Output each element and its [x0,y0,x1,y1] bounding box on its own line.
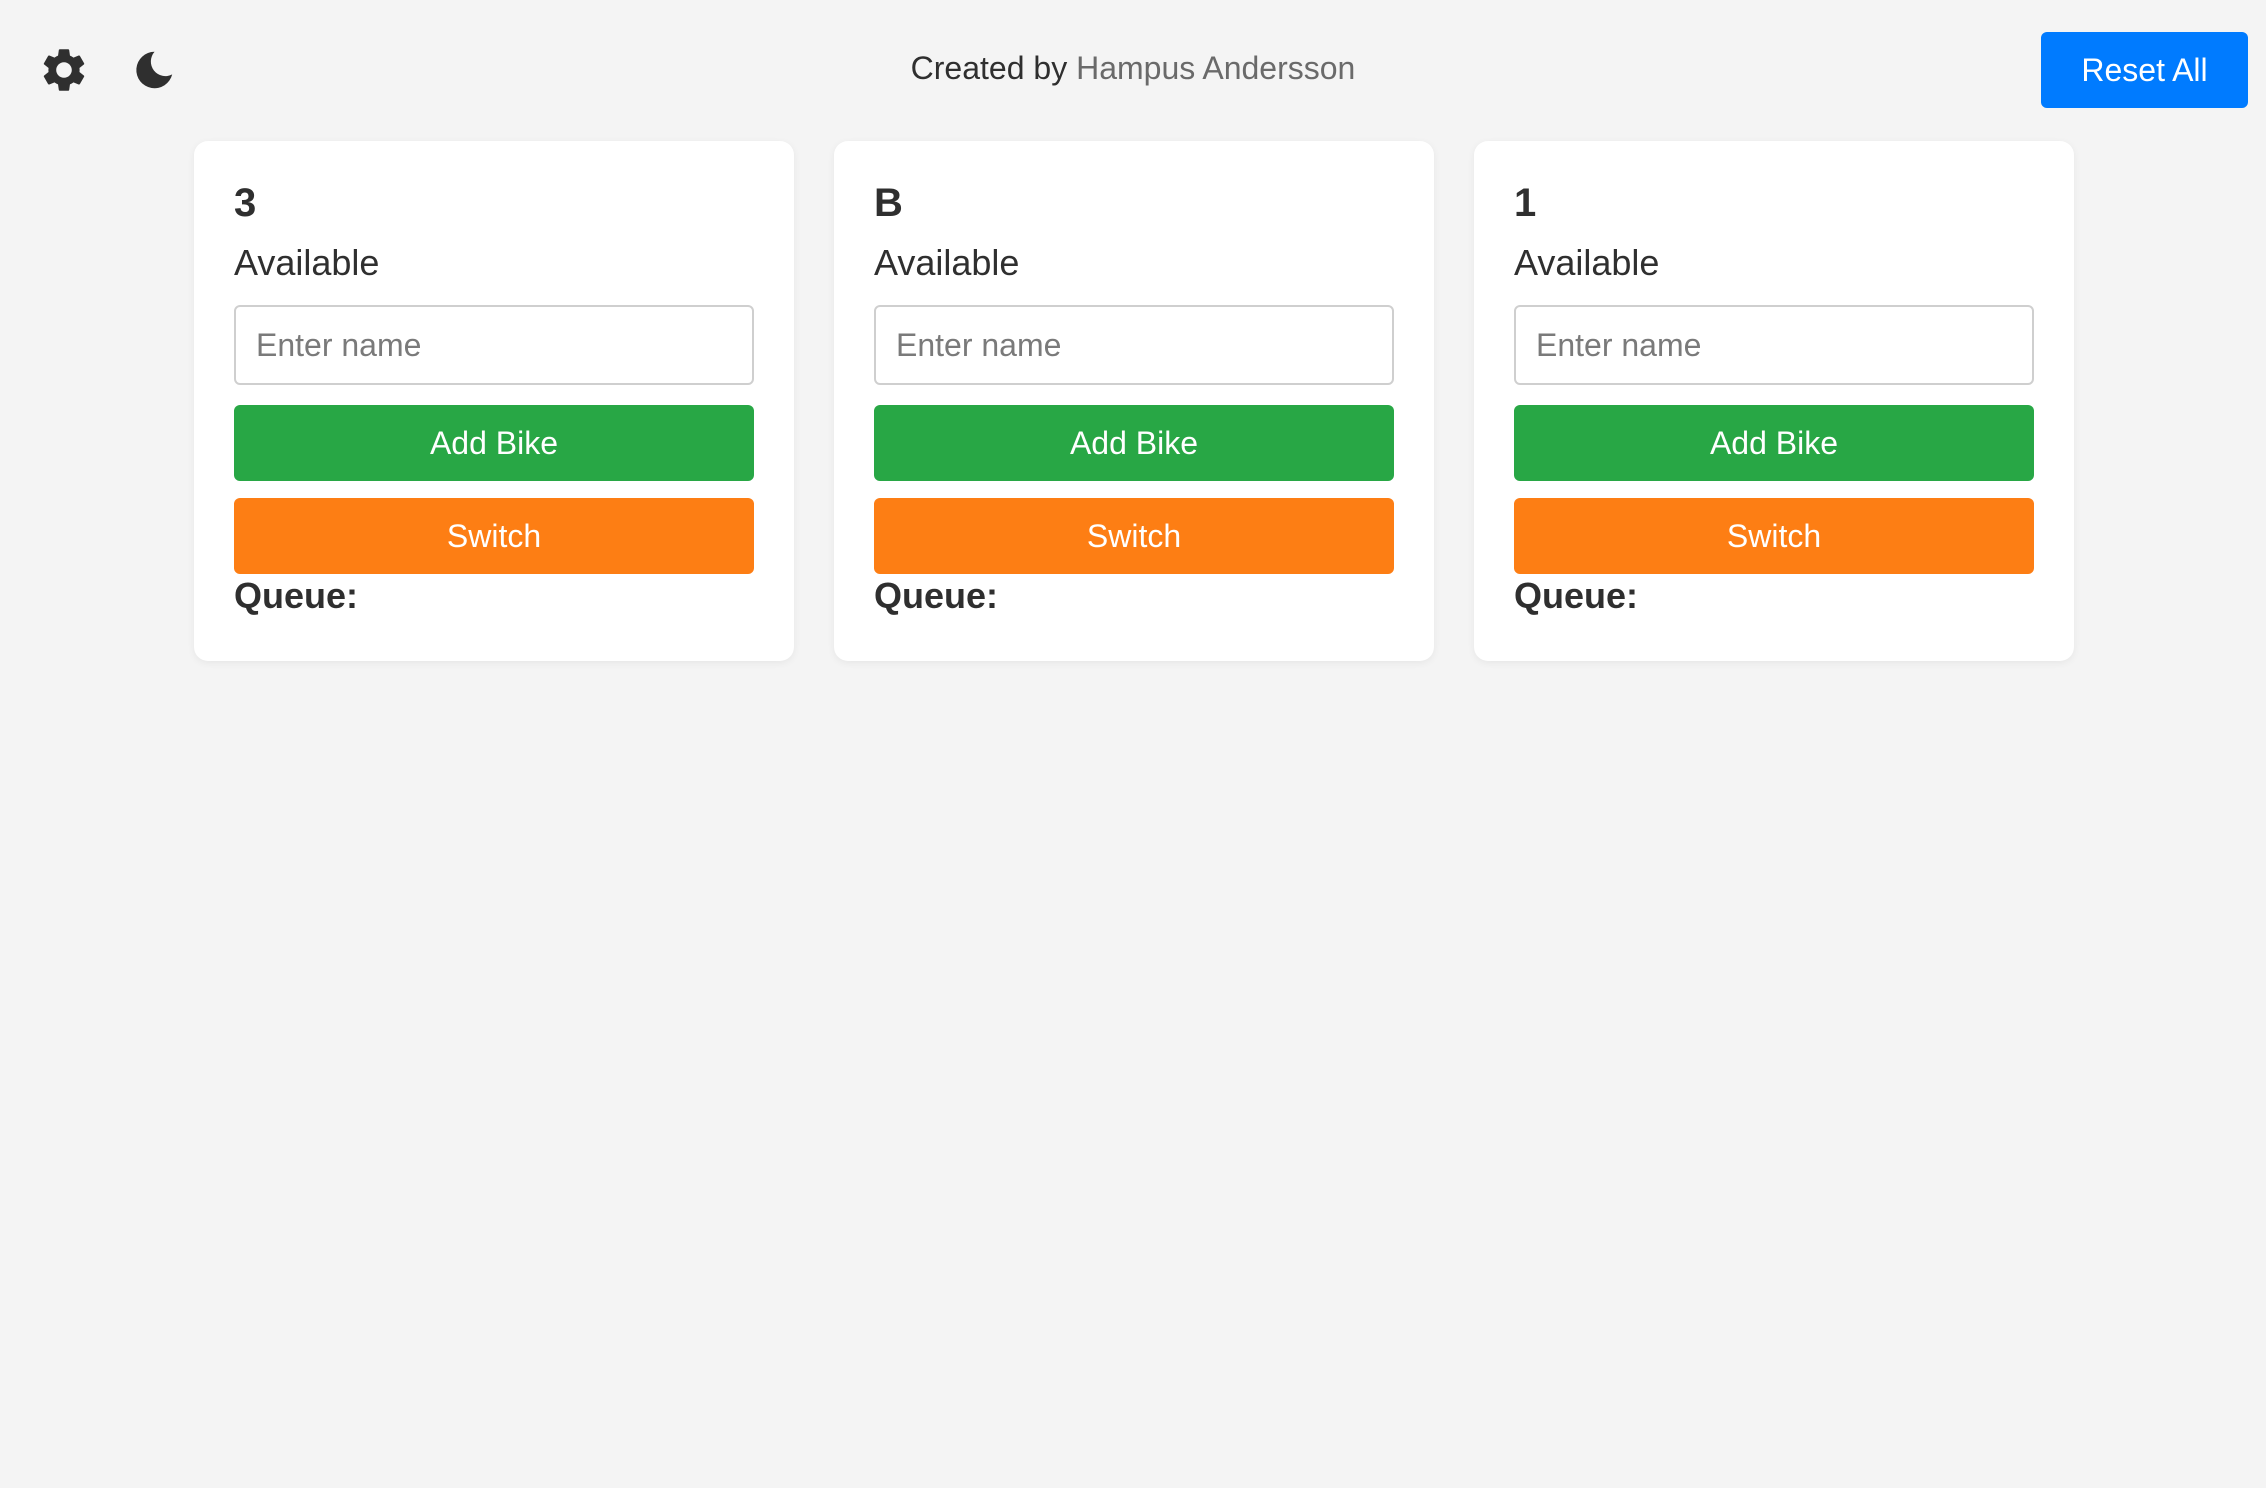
name-input[interactable] [1514,305,2034,385]
queue-label: Queue: [234,575,359,616]
station-title: 1 [1514,181,1537,225]
station-card: 3 Available Add Bike Switch Queue: [194,141,794,661]
station-status: Available [874,242,1020,283]
reset-all-button[interactable]: Reset All [2041,32,2248,108]
top-bar: Created by Hampus Andersson Reset All [0,0,2266,130]
station-cards: 3 Available Add Bike Switch Queue: B Ava… [194,141,2074,661]
station-title: B [874,181,903,225]
add-bike-button[interactable]: Add Bike [234,405,754,481]
station-status: Available [1514,242,1660,283]
add-bike-button[interactable]: Add Bike [1514,405,2034,481]
gear-icon[interactable] [34,40,94,100]
moon-icon-graphic [136,51,173,89]
gear-icon-graphic [43,49,85,91]
name-input[interactable] [234,305,754,385]
switch-button[interactable]: Switch [234,498,754,574]
queue-label: Queue: [874,575,999,616]
add-bike-button[interactable]: Add Bike [874,405,1394,481]
credit-text: Created by Hampus Andersson [0,48,2266,88]
switch-button[interactable]: Switch [1514,498,2034,574]
station-status: Available [234,242,380,283]
moon-icon[interactable] [124,40,184,100]
station-card: 1 Available Add Bike Switch Queue: [1474,141,2074,661]
name-input[interactable] [874,305,1394,385]
switch-button[interactable]: Switch [874,498,1394,574]
station-card: B Available Add Bike Switch Queue: [834,141,1434,661]
credit-author-link[interactable]: Hampus Andersson [1076,50,1355,86]
station-title: 3 [234,181,257,225]
credit-prefix: Created by [910,50,1077,86]
queue-label: Queue: [1514,575,1639,616]
